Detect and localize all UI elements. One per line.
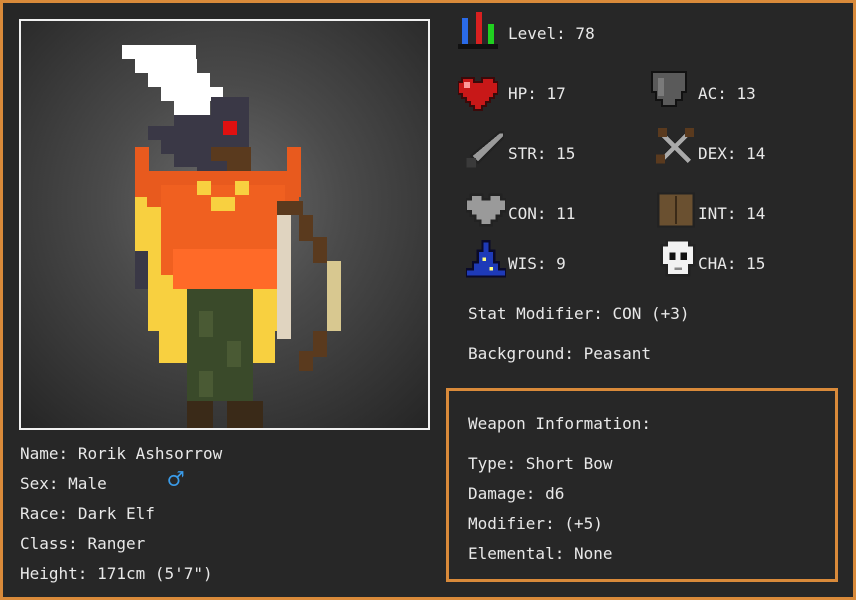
heart-icon [458,77,498,111]
con-text: CON: 11 [508,204,576,223]
skull-icon [660,240,696,277]
int-text: INT: 14 [698,204,766,223]
male-symbol-icon: ♂ [168,465,184,495]
character-class: Class: Ranger [20,534,145,554]
cha-text: CHA: 15 [698,254,766,273]
class-label: Class: [20,534,78,553]
height-value: 171cm (5'7") [97,564,213,583]
book-icon [657,192,695,228]
str-text: STR: 15 [508,144,576,163]
sex-label: Sex: [20,474,59,493]
crossed-daggers-icon [656,128,694,164]
character-height: Height: 171cm (5'7") [20,564,213,584]
background: Background: Peasant [468,344,652,363]
dex-text: DEX: 14 [698,144,766,163]
stat-modifier: Stat Modifier: CON (+3) [468,304,690,323]
sword-icon [466,131,504,168]
class-value: Ranger [87,534,146,553]
shield-icon [651,71,687,107]
gray-heart-icon [466,193,506,227]
weapon-header: Weapon Information: [468,414,652,433]
character-race: Race: Dark Elf [20,504,155,524]
level-bars-icon [458,12,498,49]
wizard-hat-icon [466,240,506,278]
race-label: Race: [20,504,69,523]
character-name: Name: Rorik Ashsorrow [20,444,222,464]
character-sex: Sex: Male [20,474,107,494]
sex-value: Male [68,474,107,493]
height-label: Height: [20,564,88,583]
weapon-elemental: Elemental: None [468,544,613,563]
wis-text: WIS: 9 [508,254,566,273]
hp-text: HP: 17 [508,84,566,103]
ac-text: AC: 13 [698,84,756,103]
name-value: Rorik Ashsorrow [77,444,223,463]
weapon-type: Type: Short Bow [468,454,613,473]
race-value: Dark Elf [77,504,155,523]
weapon-modifier: Modifier: (+5) [468,514,603,533]
weapon-damage: Damage: d6 [468,484,565,503]
character-portrait [19,19,430,430]
level-text: Level: 78 [508,24,595,43]
name-label: Name: [20,444,69,463]
